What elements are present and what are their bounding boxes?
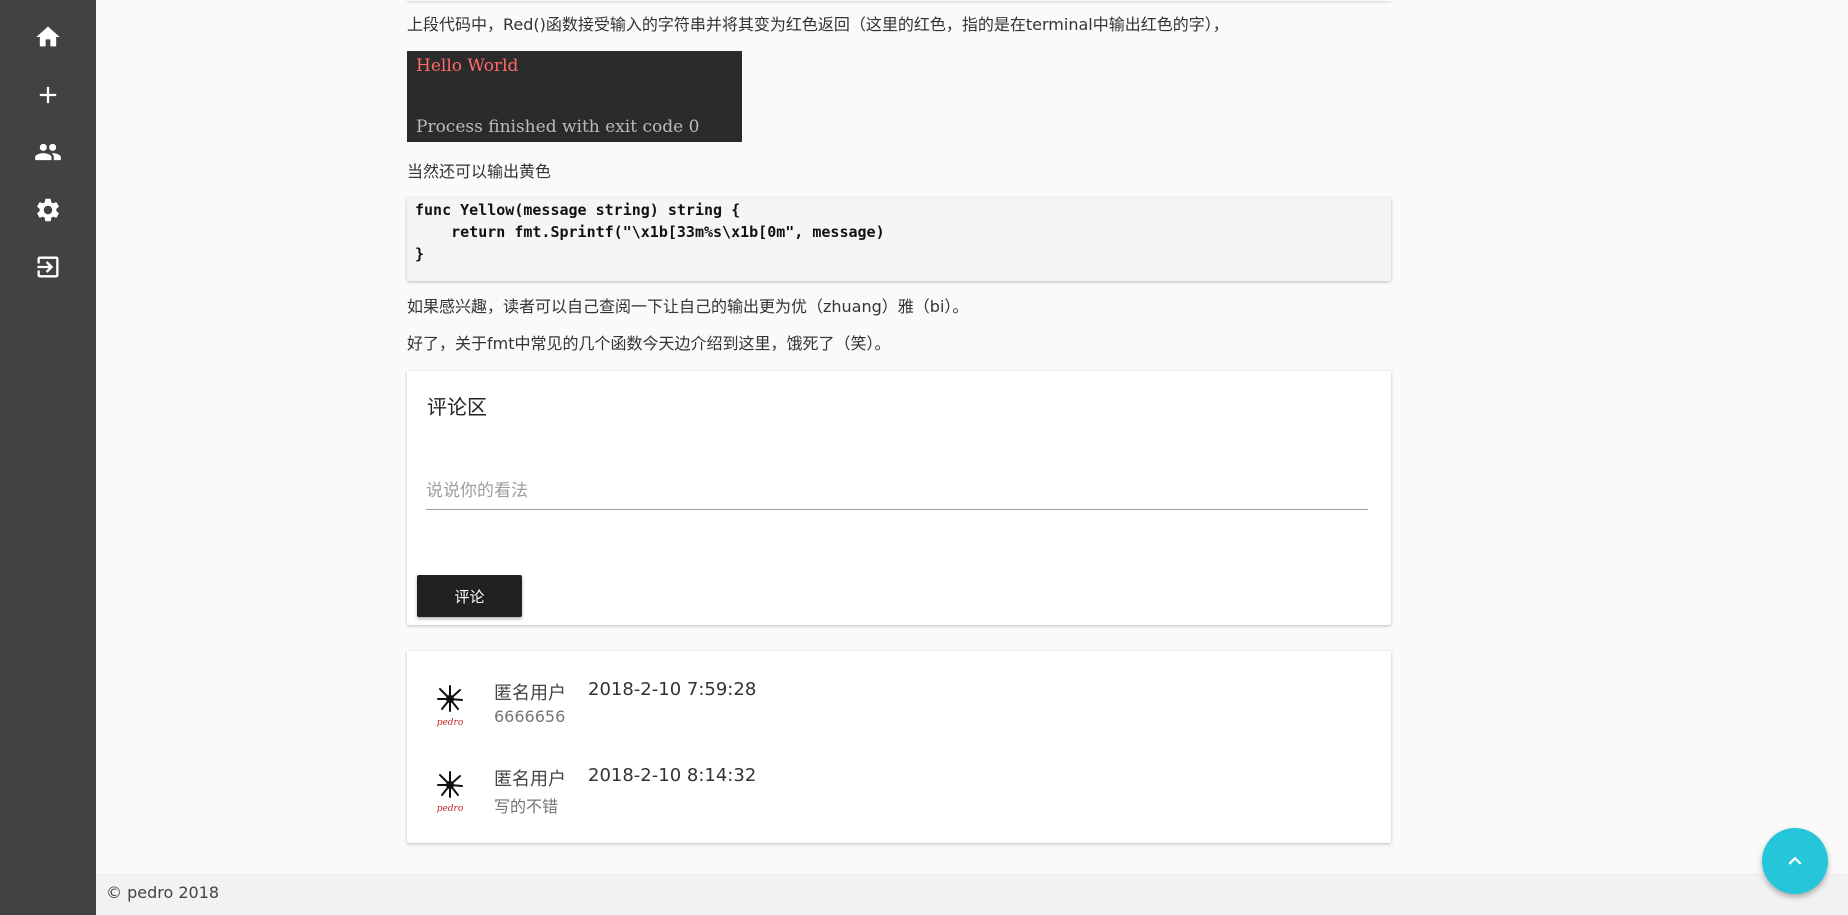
- comment-form-card: 评论区 评论: [407, 371, 1391, 625]
- add-icon: [39, 86, 57, 104]
- scroll-to-top-button[interactable]: [1762, 828, 1828, 894]
- chevron-up-icon: [1788, 856, 1802, 865]
- terminal-line-hello: Hello World: [416, 56, 519, 76]
- comment-author: 匿名用户: [494, 683, 566, 704]
- paragraph-yellow: 当然还可以输出黄色: [407, 162, 552, 181]
- home-icon: [36, 26, 60, 47]
- svg-text:pedro: pedro: [437, 718, 464, 728]
- previous-card-edge: [407, 0, 1391, 1]
- nav-people[interactable]: [0, 128, 96, 176]
- avatar: pedro: [437, 685, 464, 728]
- comment-item: pedro 匿名用户 2018-2-10 8:14:32 写的不错: [407, 765, 1391, 825]
- code-block: func Yellow(message string) string { ret…: [407, 198, 1391, 281]
- comment-list-card: pedro 匿名用户 2018-2-10 7:59:28 6666656 ped…: [407, 651, 1391, 843]
- comment-author: 匿名用户: [494, 769, 566, 790]
- submit-comment-button[interactable]: 评论: [417, 575, 522, 617]
- paragraph-end: 好了，关于fmt中常见的几个函数今天边介绍到这里，饿死了（笑）。: [407, 334, 891, 353]
- comment-time: 2018-2-10 7:59:28: [588, 679, 757, 700]
- terminal-output: Hello World Process finished with exit c…: [407, 51, 742, 142]
- comment-item: pedro 匿名用户 2018-2-10 7:59:28 6666656: [407, 679, 1391, 739]
- comment-section-title: 评论区: [427, 395, 487, 419]
- footer: © pedro 2018: [96, 873, 1848, 915]
- comment-text: 6666656: [494, 707, 566, 726]
- comment-text: 写的不错: [494, 797, 559, 816]
- terminal-line-exit: Process finished with exit code 0: [416, 117, 700, 137]
- logout-icon: [37, 256, 59, 278]
- paragraph-interest: 如果感兴趣，读者可以自己查阅一下让自己的输出更为优（zhuang）雅（bi）。: [407, 297, 969, 316]
- avatar: pedro: [437, 771, 464, 814]
- nav-logout[interactable]: [0, 243, 96, 291]
- people-icon: [35, 143, 61, 161]
- code-text: func Yellow(message string) string { ret…: [415, 201, 885, 263]
- nav-home[interactable]: [0, 13, 96, 61]
- comment-input[interactable]: [426, 473, 1368, 510]
- sidebar: [0, 0, 96, 915]
- nav-add[interactable]: [0, 71, 96, 119]
- paragraph-red-function: 上段代码中，Red()函数接受输入的字符串并将其变为红色返回（这里的红色，指的是…: [407, 15, 1229, 34]
- settings-icon: [37, 198, 59, 222]
- nav-settings[interactable]: [0, 186, 96, 234]
- footer-copyright: © pedro 2018: [106, 883, 220, 902]
- comment-time: 2018-2-10 8:14:32: [588, 765, 757, 786]
- svg-text:pedro: pedro: [437, 804, 464, 814]
